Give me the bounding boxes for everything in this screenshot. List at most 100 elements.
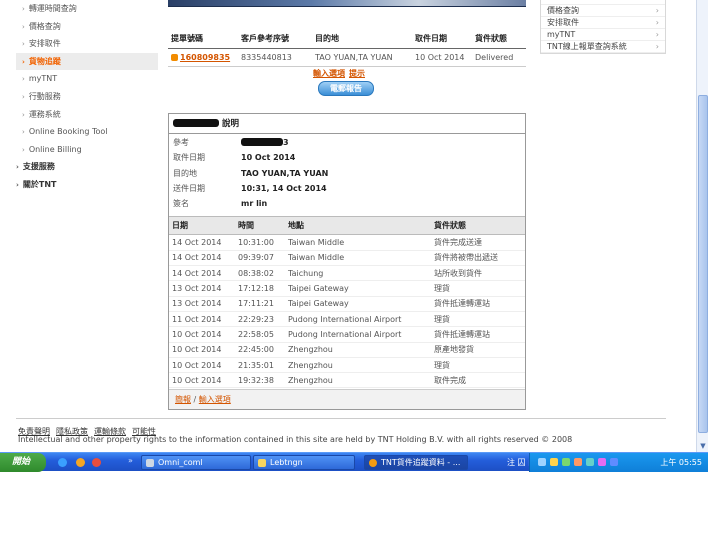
footer-enter-options-link[interactable]: 輸入選項	[199, 395, 231, 404]
info-value-text: 10 Oct 2014	[241, 153, 296, 163]
sidebar-item[interactable]: › Online Booking Tool	[16, 123, 158, 141]
tracking-event-row: 11 Oct 2014 22:29:23 Pudong International …	[169, 311, 525, 328]
taskbar-item-tnt-browser[interactable]: TNT貨件追蹤資料 - ...	[364, 455, 468, 470]
hint-link[interactable]: 提示	[349, 69, 365, 78]
right-link-item[interactable]: TNT線上報單查詢系統 ›	[541, 41, 665, 53]
taskbar-item-omni[interactable]: Omni_coml	[141, 455, 251, 470]
right-link-item[interactable]: 安排取件 ›	[541, 17, 665, 29]
sidebar-item[interactable]: › 運務系統	[16, 106, 158, 124]
chevron-right-icon: ›	[16, 163, 19, 172]
tracking-event-row: 10 Oct 2014 22:45:00 Zhengzhou 原產地發貨	[169, 342, 525, 358]
left-navigation: › 轉運時間查詢 › 價格查詢 › 安排取件 › 貨物追蹤 › myTNT › 行動服務 › 運務系統 › O…	[16, 0, 158, 194]
right-link-label: TNT線上報單查詢系統	[547, 42, 627, 51]
tracking-event-row: 13 Oct 2014 17:11:21 Taipei Gateway 貨件抵達轉運站	[169, 296, 525, 312]
event-status: 貨件抵達轉運站	[431, 326, 525, 343]
sidebar-item[interactable]: › 行動服務	[16, 88, 158, 106]
event-location: Taipei Gateway	[285, 296, 431, 312]
email-report-button[interactable]: 電郵報告	[318, 81, 374, 96]
event-col-status: 貨件狀態	[431, 216, 525, 236]
event-time: 10:31:00	[235, 234, 285, 251]
browser-icon	[369, 459, 377, 467]
windows-taskbar: 開始 » Omni_coml Lebtngn TNT貨件追蹤資料 - ... 注…	[0, 452, 708, 472]
event-time: 17:12:18	[235, 280, 285, 297]
tray-icon-4[interactable]	[574, 458, 582, 466]
event-time: 17:11:21	[235, 296, 285, 312]
summary-row: 160809835 8335440813 TAO YUAN,TA YUAN 10…	[168, 48, 526, 67]
event-location: Zhengzhou	[285, 372, 431, 389]
sidebar-item-label: 轉運時間查詢	[28, 4, 77, 13]
event-time: 19:32:38	[235, 372, 285, 389]
chevron-right-icon: ›	[22, 57, 25, 66]
event-time: 22:58:05	[235, 326, 285, 343]
taskbar-item-label: TNT貨件追蹤資料 - ...	[381, 458, 461, 467]
event-date: 14 Oct 2014	[169, 250, 235, 267]
tray-icon-7[interactable]	[610, 458, 618, 466]
page-banner	[168, 0, 526, 7]
event-location: Taiwan Middle	[285, 250, 431, 267]
tray-icon-3[interactable]	[562, 458, 570, 466]
delivered-status-icon	[171, 54, 178, 61]
info-row: 簽名 mr lin	[169, 196, 525, 211]
events-header-row: 日期 時間 地點 貨件狀態	[169, 216, 525, 236]
event-location: Pudong International Airport	[285, 326, 431, 343]
folder-icon	[258, 459, 266, 467]
detail-footer: 簡報 / 輸入選項	[169, 389, 525, 409]
tray-icon-5[interactable]	[586, 458, 594, 466]
chevron-right-icon: ›	[22, 110, 25, 119]
ie-quicklaunch-icon[interactable]	[58, 458, 67, 467]
scrollbar-thumb[interactable]	[698, 95, 708, 433]
taskbar-item-lebtngn[interactable]: Lebtngn	[253, 455, 355, 470]
col-consignment: 提單號碼	[168, 29, 238, 49]
tray-icon-2[interactable]	[550, 458, 558, 466]
chevron-right-icon: ›	[655, 18, 659, 27]
info-label: 取件日期	[173, 153, 205, 163]
event-date: 10 Oct 2014	[169, 372, 235, 389]
info-label: 參考	[173, 138, 189, 147]
tray-icon-1[interactable]	[538, 458, 546, 466]
sidebar-item[interactable]: › myTNT	[16, 70, 158, 88]
media-quicklaunch-icon[interactable]	[76, 458, 85, 467]
tracking-event-row: 14 Oct 2014 08:38:02 Taichung 站所收到貨件	[169, 265, 525, 282]
summary-header-row: 提單號碼 客戶參考序號 目的地 取件日期 貨件狀態	[168, 29, 526, 49]
vertical-scrollbar[interactable]: ▼	[696, 0, 708, 452]
overview-link[interactable]: 簡報	[175, 395, 191, 404]
sidebar-item[interactable]: › 價格查詢	[16, 18, 158, 36]
sidebar-item-label: 價格查詢	[28, 21, 61, 31]
consignment-link[interactable]: 160809835	[180, 53, 230, 62]
tracking-event-row: 14 Oct 2014 09:39:07 Taiwan Middle 貨件將被帶出遞送	[169, 250, 525, 267]
sidebar-item[interactable]: › 安排取件	[16, 35, 158, 53]
info-value-text: 3	[283, 138, 289, 147]
tray-icon-6[interactable]	[598, 458, 606, 466]
redacted-reference	[241, 138, 283, 146]
browser-quicklaunch-icon[interactable]	[92, 458, 101, 467]
sidebar-item[interactable]: › 支援服務	[16, 158, 158, 176]
sidebar-item[interactable]: › 轉運時間查詢	[16, 0, 158, 18]
info-value: 10 Oct 2014	[241, 150, 295, 165]
event-time: 09:39:07	[235, 250, 285, 267]
enter-options-link[interactable]: 輸入選項	[313, 69, 345, 78]
event-time: 21:35:01	[235, 357, 285, 374]
sidebar-item[interactable]: › 貨物追蹤	[16, 52, 158, 71]
chevron-right-icon: ›	[16, 180, 19, 189]
chevron-right-icon: ›	[22, 22, 25, 31]
info-value: 3	[241, 135, 289, 150]
event-status: 理貨	[431, 357, 525, 374]
quicklaunch-expand-icon[interactable]: »	[128, 456, 133, 465]
sidebar-item-label: Online Billing	[28, 144, 82, 154]
right-link-item[interactable]: myTNT ›	[541, 29, 665, 41]
start-button[interactable]: 開始	[0, 453, 46, 472]
sidebar-item[interactable]: › 關於TNT	[16, 176, 158, 194]
event-status: 站所收到貨件	[431, 265, 525, 282]
sidebar-item[interactable]: › Online Billing	[16, 141, 158, 159]
detail-title: 說明	[169, 114, 525, 134]
reference-cell: 8335440813	[238, 48, 312, 67]
right-link-item[interactable]: 價格查詢 ›	[541, 5, 665, 17]
pickup-date-cell: 10 Oct 2014	[412, 48, 472, 67]
tracking-event-row: 10 Oct 2014 19:32:38 Zhengzhou 取件完成	[169, 372, 525, 389]
event-time: 22:45:00	[235, 342, 285, 358]
destination-cell: TAO YUAN,TA YUAN	[312, 48, 412, 67]
info-value-text: 10:31, 14 Oct 2014	[241, 183, 327, 193]
event-date: 11 Oct 2014	[169, 311, 235, 328]
col-pickup-date: 取件日期	[412, 29, 472, 49]
scroll-down-icon[interactable]: ▼	[698, 441, 708, 451]
